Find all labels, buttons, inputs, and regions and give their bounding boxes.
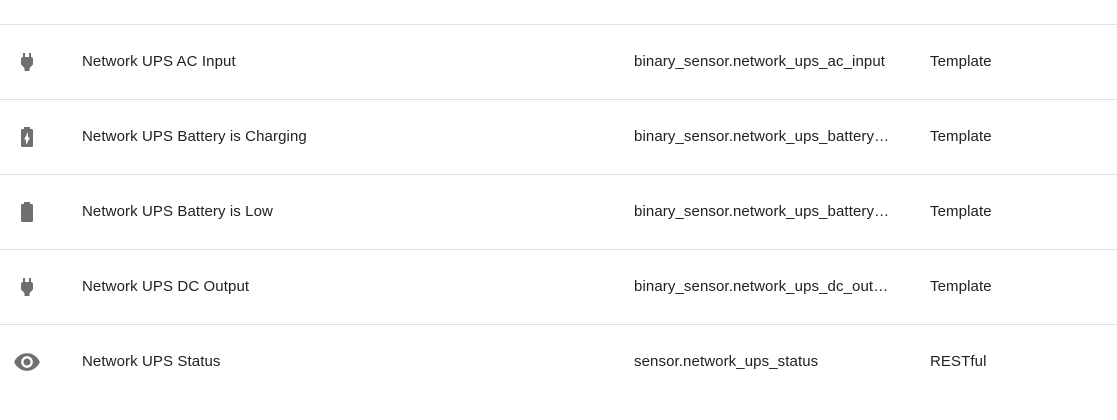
entity-name: Network UPS Status — [82, 353, 221, 370]
entity-id: binary_sensor.network_ups_dc_output — [634, 278, 890, 295]
entity-name: Network UPS Battery is Low — [82, 203, 273, 220]
table-row[interactable]: Network UPS Battery is Low binary_sensor… — [0, 175, 1117, 250]
entities-table: Network UPS AC Input binary_sensor.netwo… — [0, 0, 1117, 420]
entity-id: binary_sensor.network_ups_ac_input — [634, 53, 886, 70]
battery-icon — [0, 175, 54, 249]
entity-integration: RESTful — [930, 353, 987, 370]
entity-integration: Template — [930, 278, 992, 295]
entity-integration: Template — [930, 203, 992, 220]
power-plug-icon — [0, 25, 54, 99]
entity-name: Network UPS AC Input — [82, 53, 236, 70]
table-row[interactable]: Network UPS DC Output binary_sensor.netw… — [0, 250, 1117, 325]
table-row[interactable]: Network UPS Status sensor.network_ups_st… — [0, 325, 1117, 400]
table-row[interactable]: Network UPS AC Input binary_sensor.netwo… — [0, 25, 1117, 100]
entity-integration: Template — [930, 53, 992, 70]
entity-id: binary_sensor.network_ups_battery_is_low — [634, 203, 890, 220]
battery-charging-icon — [0, 100, 54, 174]
table-top-divider — [0, 0, 1117, 25]
table-row[interactable]: Network UPS Battery is Charging binary_s… — [0, 100, 1117, 175]
entity-integration: Template — [930, 128, 992, 145]
entity-id: binary_sensor.network_ups_battery_is_cha… — [634, 128, 890, 145]
power-plug-icon — [0, 250, 54, 324]
entity-name: Network UPS Battery is Charging — [82, 128, 307, 145]
eye-icon — [0, 325, 54, 399]
entity-id: sensor.network_ups_status — [634, 353, 819, 370]
entity-name: Network UPS DC Output — [82, 278, 250, 295]
